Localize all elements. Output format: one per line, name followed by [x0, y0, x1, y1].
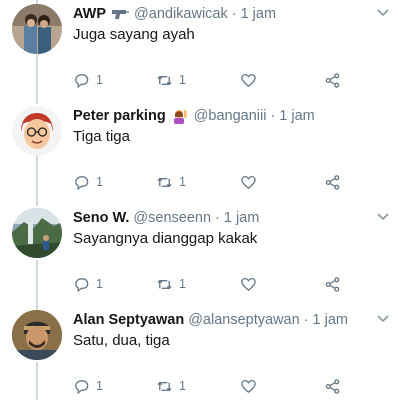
reply-count: 1	[96, 175, 103, 189]
separator-dot: ·	[215, 210, 220, 226]
tweet-actions: 1 1	[73, 376, 373, 396]
user-handle[interactable]: @banganiii	[194, 108, 267, 124]
chevron-down-icon[interactable]	[376, 6, 390, 20]
timestamp[interactable]: 1 jam	[224, 210, 259, 226]
separator-dot: ·	[303, 312, 309, 328]
share-button[interactable]	[324, 172, 341, 192]
timestamp[interactable]: 1 jam	[279, 108, 314, 124]
heart-icon	[240, 72, 257, 89]
share-button[interactable]	[324, 70, 341, 90]
user-handle[interactable]: @alanseptyawan	[188, 312, 299, 328]
tweet-text: Juga sayang ayah	[73, 26, 195, 43]
display-name[interactable]: Seno W.	[73, 210, 129, 226]
reply-button[interactable]: 1	[73, 376, 103, 396]
retweet-button[interactable]: 1	[156, 376, 186, 396]
like-button[interactable]	[240, 376, 257, 396]
share-icon	[324, 276, 341, 293]
like-button[interactable]	[240, 70, 257, 90]
woman-raising-hand-emoji-icon	[170, 108, 190, 124]
avatar[interactable]	[12, 4, 62, 54]
separator-dot: ·	[270, 108, 276, 124]
retweet-button[interactable]: 1	[156, 274, 186, 294]
display-name[interactable]: Alan Septyawan	[73, 312, 184, 328]
reply-button[interactable]: 1	[73, 172, 103, 192]
avatar[interactable]	[12, 310, 62, 360]
avatar[interactable]	[12, 106, 62, 156]
pistol-emoji-icon	[110, 6, 130, 22]
heart-icon	[240, 276, 257, 293]
retweet-button[interactable]: 1	[156, 172, 186, 192]
heart-icon	[240, 378, 257, 395]
reply-icon	[73, 174, 90, 191]
tweet-header: Peter parking @banganiii · 1 jam	[73, 106, 315, 126]
retweet-icon	[156, 174, 173, 191]
tweet-text: Tiga tiga	[73, 128, 130, 145]
display-name[interactable]: Peter parking	[73, 108, 166, 124]
retweet-icon	[156, 72, 173, 89]
retweet-icon	[156, 378, 173, 395]
tweet-header: AWP @andikawicak · 1 jam	[73, 4, 276, 24]
retweet-icon	[156, 276, 173, 293]
tweet[interactable]: Peter parking @banganiii · 1 jam Tiga ti…	[0, 106, 400, 206]
timestamp[interactable]: 1 jam	[313, 312, 348, 328]
reply-count: 1	[96, 277, 103, 291]
avatar[interactable]	[12, 208, 62, 258]
reply-button[interactable]: 1	[73, 274, 103, 294]
retweet-count: 1	[179, 379, 186, 393]
user-handle[interactable]: @andikawicak	[134, 6, 228, 22]
reply-button[interactable]: 1	[73, 70, 103, 90]
retweet-count: 1	[179, 73, 186, 87]
reply-icon	[73, 72, 90, 89]
user-handle[interactable]: @senseenn	[133, 210, 211, 226]
tweet-actions: 1 1	[73, 274, 373, 294]
share-icon	[324, 174, 341, 191]
tweet-header: Seno W. @senseenn · 1 jam	[73, 208, 259, 228]
tweet[interactable]: AWP @andikawicak · 1 jam Juga sayang aya…	[0, 4, 400, 104]
chevron-down-icon[interactable]	[376, 210, 390, 224]
share-button[interactable]	[324, 274, 341, 294]
timestamp[interactable]: 1 jam	[241, 6, 276, 22]
tweet[interactable]: Seno W. @senseenn · 1 jam Sayangnya dian…	[0, 208, 400, 308]
share-icon	[324, 72, 341, 89]
retweet-count: 1	[179, 175, 186, 189]
separator-dot: ·	[231, 6, 237, 22]
tweet[interactable]: Alan Septyawan @alanseptyawan · 1 jam Sa…	[0, 310, 400, 400]
tweet-actions: 1 1	[73, 70, 373, 90]
reply-icon	[73, 378, 90, 395]
retweet-count: 1	[179, 277, 186, 291]
tweet-text: Satu, dua, tiga	[73, 332, 170, 349]
tweet-header: Alan Septyawan @alanseptyawan · 1 jam	[73, 310, 348, 330]
heart-icon	[240, 174, 257, 191]
display-name[interactable]: AWP	[73, 6, 106, 22]
tweet-actions: 1 1	[73, 172, 373, 192]
retweet-button[interactable]: 1	[156, 70, 186, 90]
share-icon	[324, 378, 341, 395]
reply-count: 1	[96, 73, 103, 87]
like-button[interactable]	[240, 172, 257, 192]
like-button[interactable]	[240, 274, 257, 294]
share-button[interactable]	[324, 376, 341, 396]
reply-count: 1	[96, 379, 103, 393]
tweet-text: Sayangnya dianggap kakak	[73, 230, 258, 247]
reply-icon	[73, 276, 90, 293]
chevron-down-icon[interactable]	[376, 312, 390, 326]
